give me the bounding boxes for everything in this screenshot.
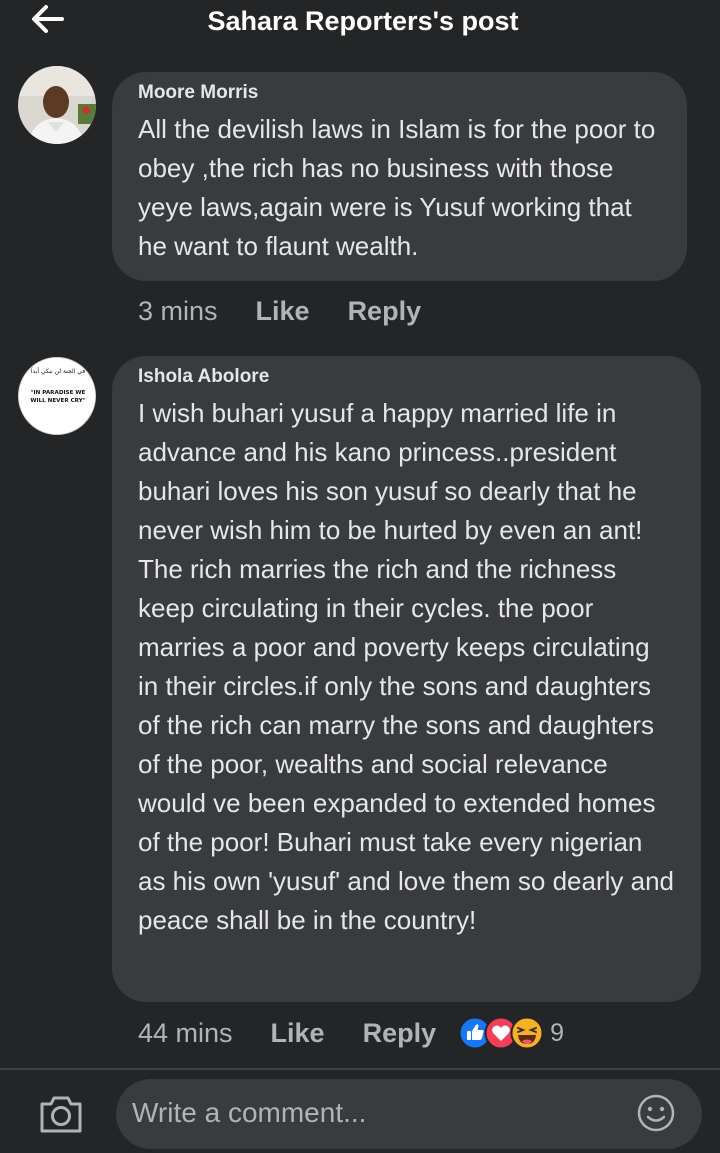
- comment-timestamp[interactable]: 44 mins: [138, 1018, 233, 1049]
- emoji-icon: [637, 1094, 675, 1132]
- haha-reaction-icon: [510, 1016, 544, 1050]
- reaction-count[interactable]: 9: [550, 1019, 564, 1048]
- comment-input[interactable]: Write a comment...: [116, 1079, 702, 1149]
- reaction-summary[interactable]: [458, 1016, 544, 1050]
- comment-author[interactable]: Moore Morris: [138, 80, 663, 106]
- reply-button[interactable]: Reply: [363, 1018, 437, 1049]
- like-button[interactable]: Like: [256, 296, 310, 327]
- comment-bubble: Moore Morris All the devilish laws in Is…: [112, 72, 687, 281]
- svg-text:"IN PARADISE WE: "IN PARADISE WE: [31, 390, 86, 396]
- avatar-ishola-abolore[interactable]: في الجنة لن نبكي أبداً "IN PARADISE WE W…: [18, 357, 96, 435]
- comment-actions: 3 mins Like Reply: [138, 296, 421, 327]
- comment-actions: 44 mins Like Reply 9: [138, 1016, 564, 1050]
- svg-text:WILL NEVER CRY": WILL NEVER CRY": [30, 398, 85, 404]
- composer-divider: [0, 1068, 720, 1070]
- emoji-button[interactable]: [636, 1093, 676, 1133]
- comment-author[interactable]: Ishola Abolore: [138, 364, 677, 390]
- camera-icon: [40, 1096, 82, 1133]
- profile-photo-icon: [18, 66, 96, 144]
- comment-text: I wish buhari yusuf a happy married life…: [138, 398, 675, 935]
- like-button[interactable]: Like: [271, 1018, 325, 1049]
- post-comments-screen: Sahara Reporters's post Moore Morris All…: [0, 0, 720, 1153]
- svg-text:في الجنة لن نبكي أبداً: في الجنة لن نبكي أبداً: [30, 367, 85, 375]
- comment-timestamp[interactable]: 3 mins: [138, 296, 218, 327]
- top-bar: Sahara Reporters's post: [0, 0, 720, 50]
- profile-quote-image: في الجنة لن نبكي أبداً "IN PARADISE WE W…: [19, 358, 95, 434]
- avatar-moore-morris[interactable]: [18, 66, 96, 144]
- reply-button[interactable]: Reply: [348, 296, 422, 327]
- camera-button[interactable]: [38, 1093, 84, 1135]
- comment-text: All the devilish laws in Islam is for th…: [138, 114, 656, 261]
- comment-placeholder: Write a comment...: [132, 1097, 367, 1128]
- page-title: Sahara Reporters's post: [207, 6, 519, 36]
- comment-bubble: Ishola Abolore I wish buhari yusuf a hap…: [112, 356, 701, 1002]
